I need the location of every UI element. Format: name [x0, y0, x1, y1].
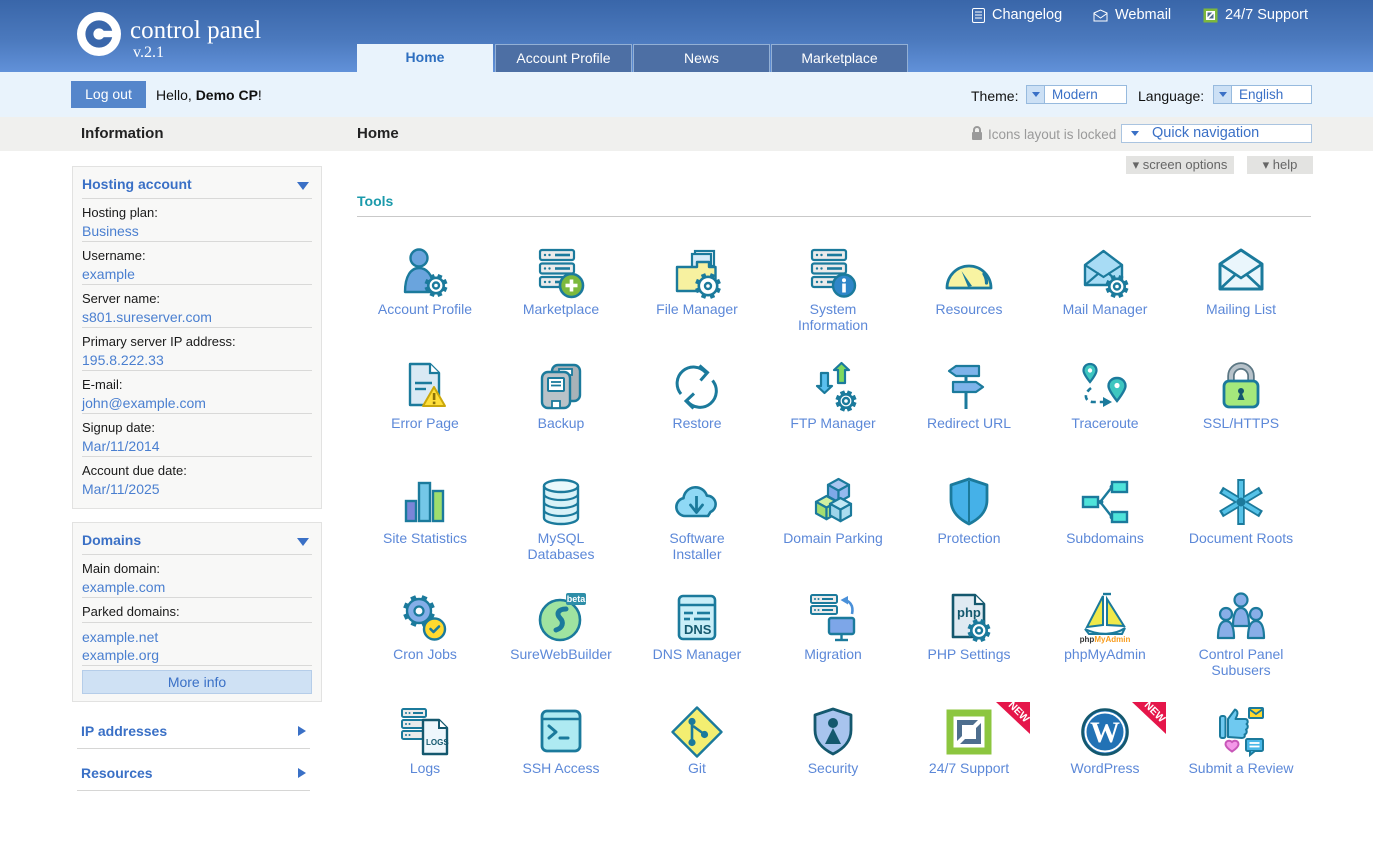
- svg-text:LOGS: LOGS: [426, 738, 449, 747]
- svg-text:phpMyAdmin: phpMyAdmin: [1080, 635, 1131, 644]
- svg-text:php: php: [957, 605, 981, 620]
- svg-text:DNS: DNS: [684, 622, 712, 637]
- svg-text:W: W: [1090, 716, 1120, 749]
- svg-text:beta: beta: [567, 594, 587, 604]
